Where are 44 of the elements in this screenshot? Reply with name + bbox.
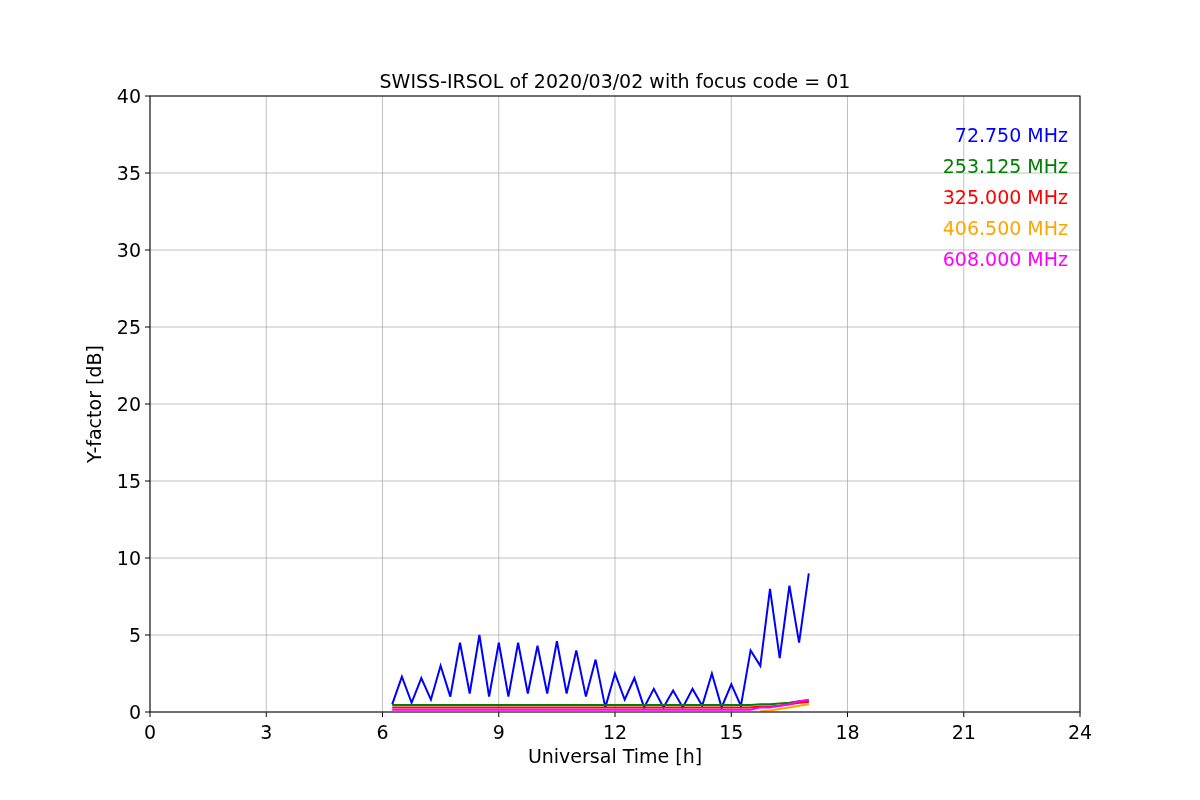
y-tick-label: 15: [116, 470, 141, 492]
y-axis-label: Y-factor [dB]: [83, 345, 105, 463]
x-tick-label: 12: [602, 721, 628, 743]
y-tick: [144, 480, 151, 482]
y-tick: [144, 249, 151, 251]
chart-title: SWISS-IRSOL of 2020/03/02 with focus code = 01: [379, 70, 851, 92]
x-tick-label: 24: [1067, 721, 1093, 743]
y-tick-label: 25: [116, 316, 141, 338]
y-tick-label: 35: [116, 162, 141, 184]
x-tick-label: 21: [951, 721, 976, 743]
x-tick: [614, 711, 616, 718]
legend-label: 325.000 MHz: [942, 186, 1068, 208]
y-tick-label: 5: [128, 624, 141, 646]
y-tick-label: 40: [116, 85, 141, 107]
y-tick: [144, 172, 151, 174]
x-tick: [1079, 711, 1081, 718]
y-tick: [144, 711, 151, 713]
x-tick: [963, 711, 965, 718]
x-tick: [847, 711, 848, 718]
legend-label: 406.500 MHz: [942, 217, 1068, 239]
legend-label: 72.750 MHz: [954, 124, 1068, 146]
x-tick-label: 0: [143, 721, 157, 743]
y-tick: [144, 634, 151, 636]
y-tick: [144, 95, 151, 97]
x-tick: [149, 711, 151, 718]
x-tick-label: 9: [492, 721, 505, 743]
x-tick-label: 18: [835, 721, 860, 743]
legend-label: 608.000 MHz: [942, 248, 1068, 270]
x-tick-label: 15: [719, 721, 744, 743]
x-axis-label: Universal Time [h]: [527, 745, 703, 767]
legend-label: 253.125 MHz: [942, 155, 1068, 177]
x-tick-label: 3: [260, 721, 273, 743]
y-tick-label: 20: [116, 393, 141, 415]
y-tick: [144, 326, 151, 328]
y-tick-label: 0: [128, 701, 141, 723]
y-tick-label: 10: [116, 547, 141, 569]
x-tick: [730, 711, 732, 718]
y-tick: [144, 403, 151, 405]
y-tick: [144, 557, 151, 559]
x-tick: [265, 711, 267, 718]
x-tick-label: 6: [376, 721, 389, 743]
y-tick-label: 30: [116, 239, 141, 261]
x-tick: [498, 711, 500, 718]
x-tick: [382, 711, 383, 718]
